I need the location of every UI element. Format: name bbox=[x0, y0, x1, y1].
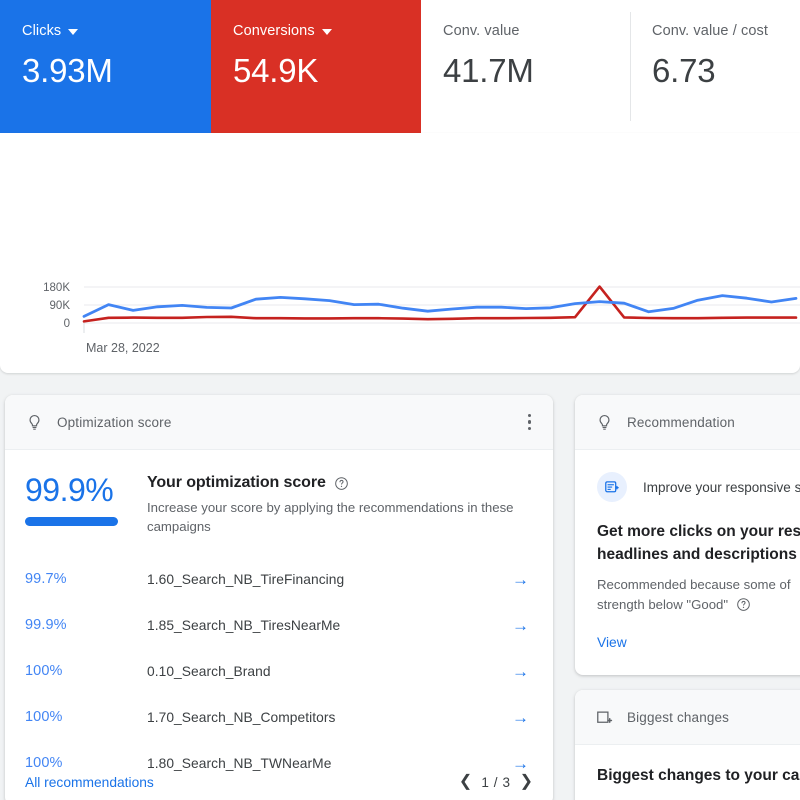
recommendation-headline-line2: headlines and descriptions bbox=[597, 543, 800, 566]
biggest-changes-headline: Biggest changes to your ca bbox=[597, 767, 800, 785]
svg-text:0: 0 bbox=[64, 318, 70, 330]
optimization-score-card-header: Optimization score bbox=[5, 395, 553, 450]
optimization-score-heading-row: Your optimization score bbox=[147, 474, 533, 492]
recommendation-kicker-row: Improve your responsive s bbox=[597, 472, 800, 502]
chart-line-clicks bbox=[84, 296, 796, 317]
biggest-changes-card: Biggest changes Biggest changes to your … bbox=[575, 690, 800, 800]
campaign-name: 1.70_Search_NB_Competitors bbox=[147, 710, 505, 725]
campaign-score: 99.7% bbox=[25, 571, 147, 587]
help-circle-icon[interactable] bbox=[736, 597, 751, 612]
biggest-changes-card-header: Biggest changes bbox=[575, 690, 800, 745]
optimization-score-value: 99.9% bbox=[25, 472, 147, 508]
scorecard-conversions[interactable]: Conversions 54.9K bbox=[211, 0, 421, 133]
campaign-row[interactable]: 100%0.10_Search_Brand→ bbox=[25, 648, 533, 694]
chevron-down-icon[interactable] bbox=[322, 29, 332, 35]
recommendation-card-header: Recommendation bbox=[575, 395, 800, 450]
campaign-row[interactable]: 99.9%1.85_Search_NB_TiresNearMe→ bbox=[25, 602, 533, 648]
campaign-name: 0.10_Search_Brand bbox=[147, 664, 505, 679]
optimization-score-summary: 99.9% Your optimization score Increase y… bbox=[25, 472, 533, 536]
scorecard-clicks-label-text: Clicks bbox=[22, 22, 61, 40]
recommendation-card: Recommendation Improve your responsive s… bbox=[575, 395, 800, 675]
chart-y-axis-labels: 180K 90K 0 bbox=[43, 282, 70, 330]
campaign-row[interactable]: 99.7%1.60_Search_NB_TireFinancing→ bbox=[25, 556, 533, 602]
biggest-changes-card-title: Biggest changes bbox=[627, 710, 729, 725]
chevron-left-icon[interactable]: ❮ bbox=[459, 774, 472, 790]
recommendation-headline: Get more clicks on your res headlines an… bbox=[597, 520, 800, 566]
scorecard-conv-value[interactable]: Conv. value 41.7M bbox=[421, 0, 630, 133]
recommendation-headline-line1: Get more clicks on your res bbox=[597, 520, 800, 543]
optimization-score-description: Increase your score by applying the reco… bbox=[147, 498, 533, 536]
scorecard-conversions-label-text: Conversions bbox=[233, 22, 315, 40]
scorecard-conv-value-value: 41.7M bbox=[443, 52, 630, 90]
scorecard-clicks[interactable]: Clicks 3.93M bbox=[0, 0, 211, 133]
responsive-search-ad-icon bbox=[597, 472, 627, 502]
scorecard-conversions-value: 54.9K bbox=[233, 52, 421, 90]
chevron-right-icon[interactable]: ❯ bbox=[520, 774, 533, 790]
pagination-text: 1 / 3 bbox=[481, 775, 510, 790]
scorecard-conv-value-label: Conv. value bbox=[443, 22, 630, 40]
recommendation-reason-line2-wrap: strength below "Good" bbox=[597, 595, 800, 615]
recommendation-reason-line2: strength below "Good" bbox=[597, 597, 728, 612]
scorecard-conv-value-cost-label: Conv. value / cost bbox=[652, 22, 800, 40]
biggest-changes-body: Biggest changes to your ca bbox=[575, 745, 800, 785]
all-recommendations-link[interactable]: All recommendations bbox=[25, 775, 154, 790]
scorecards-row: Clicks 3.93M Conversions 54.9K Conv. val… bbox=[0, 0, 800, 133]
campaign-name: 1.85_Search_NB_TiresNearMe bbox=[147, 618, 505, 633]
scorecard-conv-value-label-text: Conv. value bbox=[443, 22, 520, 40]
scorecard-conversions-label[interactable]: Conversions bbox=[233, 22, 421, 40]
svg-text:180K: 180K bbox=[43, 282, 70, 294]
lightbulb-icon bbox=[25, 412, 44, 433]
campaign-score: 99.9% bbox=[25, 617, 147, 633]
optimization-score-body: 99.9% Your optimization score Increase y… bbox=[5, 450, 553, 786]
recommendation-reason-line1: Recommended because some of bbox=[597, 575, 800, 595]
optimization-score-card: Optimization score 99.9% Your optimizati… bbox=[5, 395, 553, 800]
chart-x-start-label: Mar 28, 2022 bbox=[86, 341, 160, 355]
arrow-right-icon[interactable]: → bbox=[505, 617, 529, 634]
scorecard-conv-value-cost-label-text: Conv. value / cost bbox=[652, 22, 768, 40]
optimization-score-footer: All recommendations ❮ 1 / 3 ❯ bbox=[5, 759, 553, 800]
scorecard-conv-value-cost[interactable]: Conv. value / cost 6.73 bbox=[630, 0, 800, 133]
recommendation-kicker: Improve your responsive s bbox=[643, 480, 800, 495]
dashboard-page: Clicks 3.93M Conversions 54.9K Conv. val… bbox=[0, 0, 800, 800]
lightbulb-icon bbox=[595, 412, 614, 433]
svg-text:90K: 90K bbox=[50, 300, 71, 312]
recommendation-card-title: Recommendation bbox=[627, 415, 735, 430]
recommendation-reason: Recommended because some of strength bel… bbox=[597, 575, 800, 615]
help-circle-icon[interactable] bbox=[334, 476, 349, 491]
performance-chart-card: 180K 90K 0 Mar 28, 2022 bbox=[0, 133, 800, 373]
optimization-score-heading: Your optimization score bbox=[147, 474, 326, 492]
campaign-row[interactable]: 100%1.70_Search_NB_Competitors→ bbox=[25, 694, 533, 740]
arrow-right-icon[interactable]: → bbox=[505, 571, 529, 588]
scorecard-conv-value-cost-value: 6.73 bbox=[652, 52, 800, 90]
chevron-down-icon[interactable] bbox=[68, 29, 78, 35]
scorecard-clicks-label[interactable]: Clicks bbox=[22, 22, 211, 40]
campaign-score: 100% bbox=[25, 709, 147, 725]
optimization-score-card-title: Optimization score bbox=[57, 415, 172, 430]
scorecard-clicks-value: 3.93M bbox=[22, 52, 211, 90]
campaign-score: 100% bbox=[25, 663, 147, 679]
optimization-score-bar bbox=[25, 517, 118, 526]
biggest-changes-icon bbox=[595, 707, 614, 728]
recommendation-body: Improve your responsive s Get more click… bbox=[575, 450, 800, 652]
recommendation-view-link[interactable]: View bbox=[597, 635, 627, 650]
campaign-name: 1.60_Search_NB_TireFinancing bbox=[147, 572, 505, 587]
arrow-right-icon[interactable]: → bbox=[505, 663, 529, 680]
optimization-score-gauge: 99.9% bbox=[25, 472, 147, 536]
campaign-list: 99.7%1.60_Search_NB_TireFinancing→99.9%1… bbox=[25, 556, 533, 786]
arrow-right-icon[interactable]: → bbox=[505, 709, 529, 726]
performance-line-chart[interactable]: 180K 90K 0 Mar 28, 2022 bbox=[0, 133, 800, 373]
pagination: ❮ 1 / 3 ❯ bbox=[459, 774, 533, 790]
optimization-score-text: Your optimization score Increase your sc… bbox=[147, 472, 533, 536]
kebab-menu-icon[interactable] bbox=[524, 408, 536, 437]
